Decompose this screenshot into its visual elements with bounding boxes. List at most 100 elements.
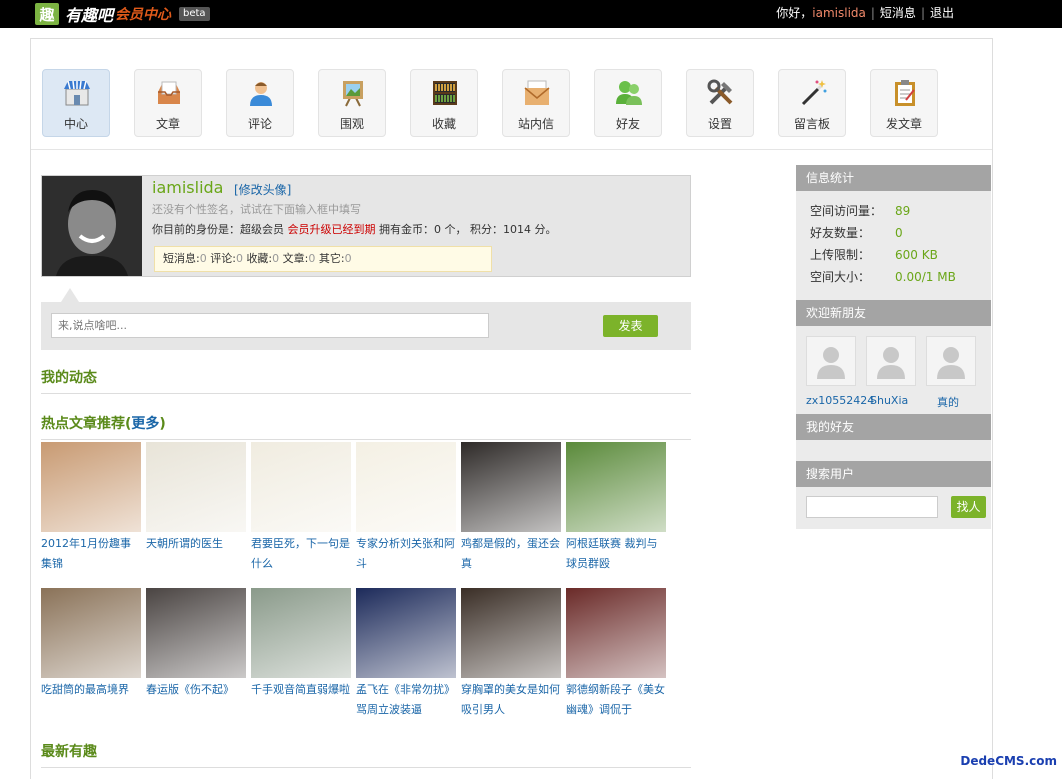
nav-item-settings[interactable]: 设置 <box>686 69 754 137</box>
article-thumbnail[interactable] <box>41 588 141 678</box>
speech-pointer <box>61 288 79 302</box>
search-user-input[interactable] <box>806 496 938 518</box>
article-thumbnail[interactable] <box>566 442 666 532</box>
article-card[interactable]: 天朝所谓的医生 <box>146 442 246 574</box>
section-title: 我的动态 <box>41 370 97 386</box>
avatar[interactable] <box>42 176 142 276</box>
expired-warning[interactable]: 会员升级已经到期 <box>288 223 376 236</box>
article-title-link[interactable]: 穿胸罩的美女是如何吸引男人 <box>461 680 561 720</box>
nav-item-favorites[interactable]: 收藏 <box>410 69 478 137</box>
profile-card: iamislida [修改头像] 还没有个性签名，试试在下面输入框中填写 你目前… <box>41 175 691 277</box>
article-thumbnail[interactable] <box>41 442 141 532</box>
article-card[interactable]: 千手观音简直弱爆啦 <box>251 588 351 720</box>
nav-item-center[interactable]: 中心 <box>42 69 110 137</box>
article-title-link[interactable]: 孟飞在《非常勿扰》骂周立波装逼 <box>356 680 456 720</box>
post-box: 发表 <box>41 302 691 350</box>
nav-label: 评论 <box>247 117 272 131</box>
article-card[interactable]: 鸡都是假的，蛋还会真 <box>461 442 561 574</box>
stat-row: 空间大小： 0.00/1 MB <box>796 266 991 288</box>
article-title-link[interactable]: 千手观音简直弱爆啦 <box>251 680 351 720</box>
status-suffix: 拥有金币：0 个， 积分：1014 分。 <box>379 223 557 236</box>
edit-avatar-link[interactable]: [修改头像] <box>234 181 291 198</box>
stat-value: 0 <box>895 226 903 240</box>
article-card[interactable]: 2012年1月份趣事集锦 <box>41 442 141 574</box>
nav-item-guestbook[interactable]: 留言板 <box>778 69 846 137</box>
more-link[interactable]: 更多 <box>131 416 159 432</box>
article-title-link[interactable]: 郭德纲新段子《美女幽魂》调侃于 <box>566 680 666 720</box>
stat-label: 好友数量： <box>810 226 871 240</box>
nav-label: 站内信 <box>517 117 554 131</box>
find-user-button[interactable]: 找人 <box>951 496 986 518</box>
stat-row: 上传限制： 600 KB <box>796 244 991 266</box>
nav-item-articles[interactable]: 文章 <box>134 69 202 137</box>
count-value: 0 <box>344 252 352 265</box>
article-title-link[interactable]: 吃甜筒的最高境界 <box>41 680 141 720</box>
article-card[interactable]: 春运版《伤不起》 <box>146 588 246 720</box>
article-thumbnail[interactable] <box>461 442 561 532</box>
article-card[interactable]: 穿胸罩的美女是如何吸引男人 <box>461 588 561 720</box>
signature-text: 还没有个性签名，试试在下面输入框中填写 <box>152 203 361 216</box>
nav-item-friends[interactable]: 好友 <box>594 69 662 137</box>
new-friend-name[interactable]: 真的 <box>937 394 959 410</box>
magic-wand-icon <box>801 80 827 106</box>
article-thumbnail[interactable] <box>356 588 456 678</box>
nav-label: 好友 <box>615 117 640 131</box>
article-title-link[interactable]: 2012年1月份趣事集锦 <box>41 534 141 574</box>
stat-label: 空间大小： <box>810 270 871 284</box>
nav-item-messages[interactable]: 站内信 <box>502 69 570 137</box>
profile-username: iamislida <box>152 178 224 197</box>
article-thumbnail[interactable] <box>461 588 561 678</box>
article-thumbnail[interactable] <box>251 442 351 532</box>
divider: | <box>870 6 875 20</box>
logo-mark: 趣 <box>35 3 59 25</box>
avatar-photo <box>42 176 142 276</box>
user-icon <box>250 82 272 106</box>
divider <box>31 149 992 150</box>
article-thumbnail[interactable] <box>146 442 246 532</box>
article-card[interactable]: 郭德纲新段子《美女幽魂》调侃于 <box>566 588 666 720</box>
new-friend-name[interactable]: zx10552424 <box>806 394 874 407</box>
post-button[interactable]: 发表 <box>603 315 658 337</box>
stat-label: 空间访问量： <box>810 204 883 218</box>
article-card[interactable]: 吃甜筒的最高境界 <box>41 588 141 720</box>
logout-link[interactable]: 退出 <box>930 6 954 20</box>
post-input[interactable] <box>51 313 489 338</box>
article-thumbnail[interactable] <box>566 588 666 678</box>
new-friend-name[interactable]: ShuXia <box>870 394 908 407</box>
article-card[interactable]: 君要臣死，下一句是什么 <box>251 442 351 574</box>
article-title-link[interactable]: 春运版《伤不起》 <box>146 680 246 720</box>
logo-subtitle: 会员中心 <box>115 7 172 23</box>
new-friend-item[interactable] <box>866 336 916 392</box>
article-title-link[interactable]: 鸡都是假的，蛋还会真 <box>461 534 561 574</box>
nav-item-post-article[interactable]: 发文章 <box>870 69 938 137</box>
new-friend-item[interactable] <box>926 336 976 392</box>
article-thumbnail[interactable] <box>356 442 456 532</box>
article-title-link[interactable]: 专家分析刘关张和阿斗 <box>356 534 456 574</box>
article-title-link[interactable]: 君要臣死，下一句是什么 <box>251 534 351 574</box>
article-card[interactable]: 专家分析刘关张和阿斗 <box>356 442 456 574</box>
new-friend-item[interactable] <box>806 336 856 392</box>
my-friends-panel <box>796 440 991 461</box>
inbox-icon <box>158 81 180 104</box>
clipboard-icon <box>895 80 915 106</box>
section-title: 热点文章推荐( <box>41 416 132 432</box>
count-value: 0 <box>235 252 243 265</box>
count-value: 0 <box>308 252 316 265</box>
nav-item-comments[interactable]: 评论 <box>226 69 294 137</box>
article-thumbnail[interactable] <box>146 588 246 678</box>
my-friends-heading: 我的好友 <box>796 414 991 440</box>
username-link[interactable]: iamislida <box>812 6 866 20</box>
article-card[interactable]: 孟飞在《非常勿扰》骂周立波装逼 <box>356 588 456 720</box>
site-logo[interactable]: 趣 有趣吧 会员中心 beta <box>35 2 210 26</box>
nav-item-watch[interactable]: 围观 <box>318 69 386 137</box>
article-thumbnail[interactable] <box>251 588 351 678</box>
logo-name: 有趣吧 <box>65 6 114 25</box>
stat-row: 好友数量： 0 <box>796 222 991 244</box>
messages-link[interactable]: 短消息 <box>880 6 916 20</box>
article-card[interactable]: 阿根廷联赛 裁判与球员群殴 <box>566 442 666 574</box>
article-title-link[interactable]: 天朝所谓的医生 <box>146 534 246 574</box>
top-bar: 趣 有趣吧 会员中心 beta 你好，iamislida | 短消息 | 退出 <box>0 0 1062 28</box>
article-title-link[interactable]: 阿根廷联赛 裁判与球员群殴 <box>566 534 666 574</box>
count-value: 0 <box>199 252 207 265</box>
stat-value: 0.00/1 MB <box>895 270 956 284</box>
